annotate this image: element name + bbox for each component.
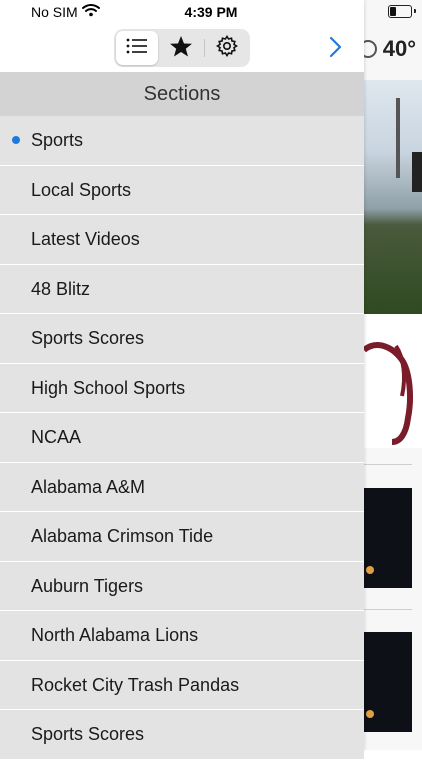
section-label: Sports [31, 130, 84, 150]
view-switcher [114, 29, 250, 67]
star-icon [169, 35, 193, 62]
tab-favorites[interactable] [160, 31, 202, 65]
list-icon [126, 38, 148, 59]
section-item-alabama-am[interactable]: Alabama A&M [0, 462, 364, 512]
battery-cap [414, 9, 416, 13]
spacer [362, 314, 422, 338]
section-item-48-blitz[interactable]: 48 Blitz [0, 264, 364, 314]
section-item-latest-videos[interactable]: Latest Videos [0, 215, 364, 265]
section-label: Local Sports [31, 179, 132, 200]
article-thumbnail[interactable] [362, 488, 412, 588]
section-item-rocket-city-trash-pandas[interactable]: Rocket City Trash Pandas [0, 660, 364, 710]
section-label: Sports Scores [31, 328, 145, 348]
segment-divider [204, 39, 205, 57]
section-item-sports-scores-2[interactable]: Sports Scores [0, 710, 364, 760]
section-label: Sports Scores [31, 724, 145, 744]
section-label: 48 Blitz [31, 278, 91, 299]
sections-drawer: Sections Sports Local Sports Latest Vide… [0, 0, 364, 760]
section-item-north-alabama-lions[interactable]: North Alabama Lions [0, 611, 364, 661]
clock: 4:39 PM [184, 4, 238, 20]
forward-button[interactable] [329, 36, 349, 60]
divider [362, 609, 412, 610]
section-label: Latest Videos [31, 229, 140, 249]
section-label: High School Sports [31, 377, 186, 398]
section-item-local-sports[interactable]: Local Sports [0, 165, 364, 215]
thumbnail-light [366, 710, 374, 718]
selected-indicator [12, 136, 20, 144]
section-label: NCAA [31, 427, 82, 447]
section-item-sports-scores[interactable]: Sports Scores [0, 314, 364, 364]
chevron-right-icon [329, 36, 343, 62]
gear-icon [216, 34, 238, 62]
sections-title: Sections [143, 82, 221, 105]
tab-sections[interactable] [116, 31, 158, 65]
weather-widget[interactable]: 40° [358, 36, 416, 62]
section-item-auburn-tigers[interactable]: Auburn Tigers [0, 561, 364, 611]
section-label: North Alabama Lions [31, 625, 199, 645]
section-label: Auburn Tigers [31, 575, 144, 596]
tab-settings[interactable] [206, 31, 248, 65]
section-item-ncaa[interactable]: NCAA [0, 413, 364, 463]
battery-icon [388, 5, 412, 18]
divider [362, 464, 412, 465]
section-label: Rocket City Trash Pandas [31, 674, 240, 695]
section-label: Alabama Crimson Tide [31, 526, 214, 546]
sections-list: Sports Local Sports Latest Videos 48 Bli… [0, 116, 364, 760]
section-item-high-school-sports[interactable]: High School Sports [0, 363, 364, 413]
temperature: 40° [382, 36, 416, 61]
scoreboard [412, 152, 422, 192]
team-logo-image[interactable] [362, 338, 422, 448]
section-item-alabama-crimson-tide[interactable]: Alabama Crimson Tide [0, 512, 364, 562]
section-item-sports[interactable]: Sports [0, 116, 364, 166]
section-label: Alabama A&M [31, 476, 146, 497]
thumbnail-light [366, 566, 374, 574]
article-photo[interactable] [362, 80, 422, 314]
status-bar: No SIM 4:39 PM [0, 0, 422, 24]
sections-header: Sections [0, 72, 364, 116]
light-tower [396, 98, 400, 178]
article-thumbnail[interactable] [362, 632, 412, 732]
